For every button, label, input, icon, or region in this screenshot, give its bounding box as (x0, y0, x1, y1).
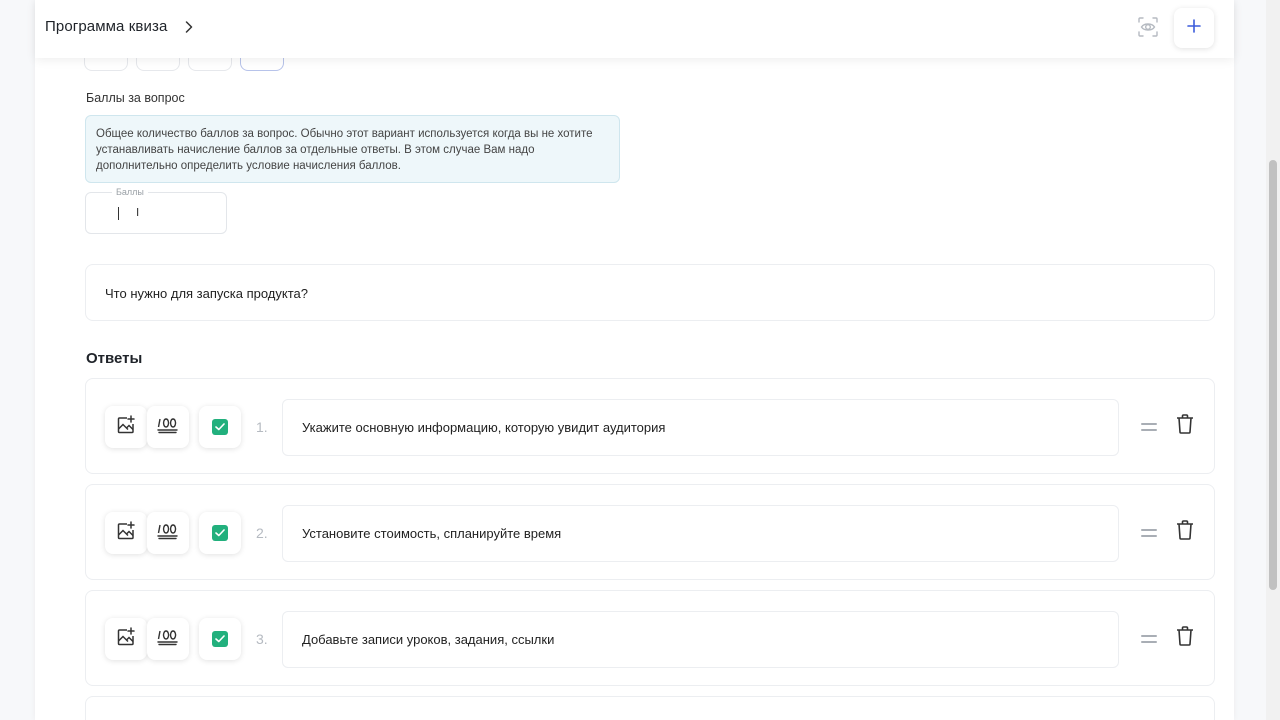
correct-answer-toggle[interactable] (199, 618, 241, 660)
preview-button[interactable] (1135, 10, 1161, 48)
drag-handle-icon[interactable] (1141, 418, 1157, 436)
scrollbar[interactable] (1266, 0, 1280, 720)
score-input[interactable]: Баллы I (85, 187, 227, 234)
answer-card: 1. Укажите основную информацию, которую … (85, 378, 1215, 474)
delete-answer-button[interactable] (1175, 519, 1195, 545)
hundred-points-icon (157, 628, 179, 651)
top-header: Программа квиза (35, 0, 1234, 58)
image-add-icon (116, 414, 136, 440)
points-button[interactable] (147, 512, 189, 554)
question-input[interactable]: Что нужно для запуска продукта? (85, 264, 1215, 321)
score-section-label: Баллы за вопрос (86, 91, 185, 105)
hundred-points-icon (157, 416, 179, 439)
answer-text-input[interactable]: Установите стоимость, спланируйте время (282, 505, 1119, 562)
delete-answer-button[interactable] (1175, 625, 1195, 651)
points-button[interactable] (147, 406, 189, 448)
delete-answer-button[interactable] (1175, 413, 1195, 439)
answer-card: 3. Добавьте записи уроков, задания, ссыл… (85, 590, 1215, 686)
score-field-label: Баллы (112, 187, 148, 197)
breadcrumb: Программа квиза (45, 18, 197, 35)
correct-answer-toggle[interactable] (199, 406, 241, 448)
page-title: Программа квиза (45, 18, 168, 35)
add-image-button[interactable] (105, 406, 147, 448)
add-image-button[interactable] (105, 512, 147, 554)
eye-icon (1137, 16, 1159, 43)
drag-handle-icon[interactable] (1141, 630, 1157, 648)
answer-number: 3. (256, 631, 268, 647)
trash-icon (1176, 519, 1194, 545)
checkbox-checked-icon (212, 419, 228, 435)
drag-handle-icon[interactable] (1141, 524, 1157, 542)
correct-answer-toggle[interactable] (199, 512, 241, 554)
plus-icon (1187, 18, 1201, 38)
image-add-icon (116, 626, 136, 652)
image-add-icon (116, 520, 136, 546)
score-info-box: Общее количество баллов за вопрос. Обычн… (85, 115, 620, 183)
answer-text-input[interactable]: Укажите основную информацию, которую уви… (282, 399, 1119, 456)
chevron-right-icon[interactable] (185, 20, 197, 34)
text-caret (118, 207, 119, 220)
trash-icon (1176, 413, 1194, 439)
points-button[interactable] (147, 618, 189, 660)
answer-number: 1. (256, 419, 268, 435)
hundred-points-icon (157, 522, 179, 545)
answer-card: 2. Установите стоимость, спланируйте вре… (85, 484, 1215, 580)
add-button[interactable] (1174, 8, 1214, 48)
answers-heading: Ответы (86, 350, 143, 367)
ibeam-cursor-icon: I (136, 206, 140, 219)
scrollbar-thumb[interactable] (1269, 160, 1277, 590)
answer-text-input[interactable]: Добавьте записи уроков, задания, ссылки (282, 611, 1119, 668)
answer-number: 2. (256, 525, 268, 541)
answer-card (85, 696, 1215, 720)
checkbox-checked-icon (212, 631, 228, 647)
checkbox-checked-icon (212, 525, 228, 541)
trash-icon (1176, 625, 1194, 651)
add-image-button[interactable] (105, 618, 147, 660)
